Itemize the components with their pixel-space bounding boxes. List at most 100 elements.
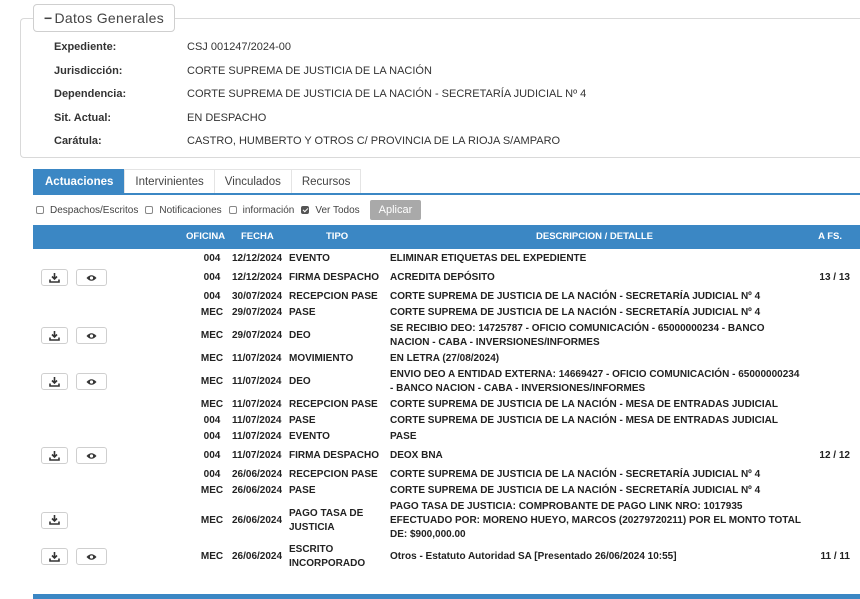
cell-tipo: FIRMA DESPACHO bbox=[289, 272, 379, 283]
filter-label: Ver Todos bbox=[315, 204, 360, 216]
field-label: Sit. Actual: bbox=[54, 112, 112, 124]
filter-notificaciones[interactable]: Notificaciones bbox=[145, 204, 222, 216]
cell-descripcion: ENVIO DEO A ENTIDAD EXTERNA: 14669427 - … bbox=[390, 369, 800, 394]
cell-oficina: MEC bbox=[200, 307, 224, 318]
cell-fecha: 11/07/2024 bbox=[232, 415, 282, 426]
cell-oficina: 004 bbox=[203, 415, 221, 426]
header-tipo[interactable]: TIPO bbox=[326, 225, 348, 249]
cell-oficina: MEC bbox=[200, 485, 224, 496]
table-row: 004 30/07/2024 RECEPCION PASE CORTE SUPREMA… bbox=[33, 289, 860, 305]
header-oficina[interactable]: OFICINA bbox=[186, 225, 225, 249]
eye-icon bbox=[86, 378, 97, 386]
view-button[interactable] bbox=[76, 548, 107, 565]
cell-fecha: 29/07/2024 bbox=[232, 330, 283, 341]
header-descripcion[interactable]: DESCRIPCION / DETALLE bbox=[536, 225, 653, 249]
cell-oficina: MEC bbox=[200, 353, 224, 364]
field-value: CASTRO, HUMBERTO Y OTROS C/ PROVINCIA DE… bbox=[187, 135, 561, 147]
cell-descripcion: EN LETRA (27/08/2024) bbox=[390, 353, 500, 364]
cell-fecha: 11/07/2024 bbox=[232, 376, 282, 387]
cell-descripcion: ACREDITA DEPÓSITO bbox=[390, 272, 495, 283]
cell-oficina: MEC bbox=[200, 330, 224, 341]
filter-label: Despachos/Escritos bbox=[50, 204, 139, 216]
eye-icon bbox=[86, 452, 97, 460]
cell-fecha: 12/12/2024 bbox=[232, 272, 283, 283]
table-body: 004 12/12/2024 EVENTO ELIMINAR ETIQUETAS DE… bbox=[33, 251, 860, 572]
field-value: CORTE SUPREMA DE JUSTICIA DE LA NACIÓN -… bbox=[187, 88, 587, 100]
table-row: MEC 26/06/2024 PASE CORTE SUPREMA DE JUSTIC… bbox=[33, 483, 860, 499]
cell-fecha: 26/06/2024 bbox=[232, 469, 283, 480]
filter-label: información bbox=[242, 204, 295, 216]
view-button[interactable] bbox=[76, 373, 107, 390]
cell-oficina: 004 bbox=[203, 431, 221, 442]
filter-bar: Despachos/Escritos Notificaciones inform… bbox=[36, 200, 422, 220]
download-button[interactable] bbox=[41, 511, 68, 529]
cell-oficina: 004 bbox=[203, 253, 221, 264]
header-afs[interactable]: A FS. bbox=[818, 225, 842, 249]
field-value: CORTE SUPREMA DE JUSTICIA DE LA NACIÓN bbox=[187, 65, 432, 77]
cell-descripcion: PAGO TASA DE JUSTICIA: COMPROBANTE DE PA… bbox=[390, 500, 801, 540]
cell-tipo: FIRMA DESPACHO bbox=[289, 450, 379, 461]
cell-descripcion: CORTE SUPREMA DE JUSTICIA DE LA NACIÓN -… bbox=[390, 485, 761, 496]
table-row: MEC 11/07/2024 MOVIMIENTO EN LETRA (27/08/2… bbox=[33, 351, 860, 367]
field-label: Expediente: bbox=[54, 41, 117, 53]
cell-oficina: 004 bbox=[203, 272, 221, 283]
cell-tipo: ESCRITO INCORPORADO bbox=[289, 544, 366, 569]
download-button[interactable] bbox=[41, 269, 68, 286]
download-button[interactable] bbox=[41, 447, 68, 464]
download-icon bbox=[49, 515, 60, 525]
filter-despachos[interactable]: Despachos/Escritos bbox=[36, 205, 138, 216]
table-row: 004 11/07/2024 FIRMA DESPACHO DEOX BNA 12 / … bbox=[33, 445, 860, 467]
tab-vinculados[interactable]: Vinculados bbox=[213, 169, 292, 194]
filter-label: Notificaciones bbox=[159, 204, 222, 216]
cell-fecha: 26/06/2024 bbox=[232, 514, 283, 526]
cell-oficina: 004 bbox=[203, 469, 221, 480]
table-row: 004 26/06/2024 RECEPCION PASE CORTE SUPREMA… bbox=[33, 467, 860, 483]
tab-bar: Actuaciones Intervinientes Vinculados Re… bbox=[33, 169, 362, 194]
scrollbar[interactable] bbox=[33, 594, 860, 599]
checkbox[interactable] bbox=[36, 206, 44, 214]
tab-recursos[interactable]: Recursos bbox=[290, 169, 362, 194]
cell-oficina: 004 bbox=[203, 450, 221, 461]
table-row: 004 12/12/2024 EVENTO ELIMINAR ETIQUETAS DE… bbox=[33, 251, 860, 267]
cell-afs: 11 / 11 bbox=[820, 551, 850, 562]
table-row: 004 11/07/2024 EVENTO PASE bbox=[33, 429, 860, 445]
download-button[interactable] bbox=[41, 327, 68, 344]
filter-informacion[interactable]: información bbox=[228, 204, 295, 216]
cell-tipo: PASE bbox=[289, 415, 316, 426]
download-icon bbox=[49, 272, 60, 283]
header-fecha[interactable]: FECHA bbox=[241, 225, 274, 249]
eye-icon bbox=[86, 274, 97, 282]
checkbox[interactable] bbox=[145, 206, 154, 214]
eye-icon bbox=[86, 332, 97, 340]
filter-ver-todos[interactable]: Ver Todos bbox=[301, 204, 360, 216]
cell-fecha: 26/06/2024 bbox=[232, 551, 283, 562]
cell-fecha: 29/07/2024 bbox=[232, 307, 283, 318]
view-button[interactable] bbox=[76, 447, 107, 464]
view-button[interactable] bbox=[76, 269, 107, 286]
field-label: Jurisdicción: bbox=[54, 65, 123, 77]
cell-fecha: 11/07/2024 bbox=[232, 353, 282, 364]
datos-generales-toggle[interactable]: − Datos Generales bbox=[33, 4, 176, 32]
table-row: MEC 29/07/2024 DEO SE RECIBIO DEO: 14725787… bbox=[33, 321, 860, 351]
checkbox[interactable] bbox=[228, 206, 237, 214]
view-button[interactable] bbox=[76, 327, 107, 344]
cell-oficina: 004 bbox=[203, 291, 221, 302]
field-label: Dependencia: bbox=[54, 88, 127, 100]
download-button[interactable] bbox=[41, 548, 68, 565]
field-value: EN DESPACHO bbox=[187, 112, 267, 124]
table-row: 004 11/07/2024 PASE CORTE SUPREMA DE JUSTIC… bbox=[33, 413, 860, 429]
download-button[interactable] bbox=[41, 373, 68, 390]
table-row: MEC 29/07/2024 PASE CORTE SUPREMA DE JUSTIC… bbox=[33, 305, 860, 321]
cell-descripcion: CORTE SUPREMA DE JUSTICIA DE LA NACIÓN -… bbox=[390, 415, 778, 426]
cell-descripcion: Otros - Estatuto Autoridad SA [Presentad… bbox=[390, 551, 677, 562]
cell-oficina: MEC bbox=[200, 551, 224, 562]
tab-actuaciones[interactable]: Actuaciones bbox=[33, 169, 126, 194]
checkbox-checked[interactable] bbox=[301, 206, 310, 214]
cell-tipo: DEO bbox=[289, 376, 311, 387]
tab-intervinientes[interactable]: Intervinientes bbox=[124, 169, 215, 194]
cell-tipo: EVENTO bbox=[289, 253, 330, 264]
cell-descripcion: CORTE SUPREMA DE JUSTICIA DE LA NACIÓN -… bbox=[390, 469, 761, 480]
cell-descripcion: CORTE SUPREMA DE JUSTICIA DE LA NACIÓN -… bbox=[390, 291, 761, 302]
cell-oficina: MEC bbox=[200, 514, 224, 526]
apply-button[interactable]: Aplicar bbox=[369, 200, 422, 220]
